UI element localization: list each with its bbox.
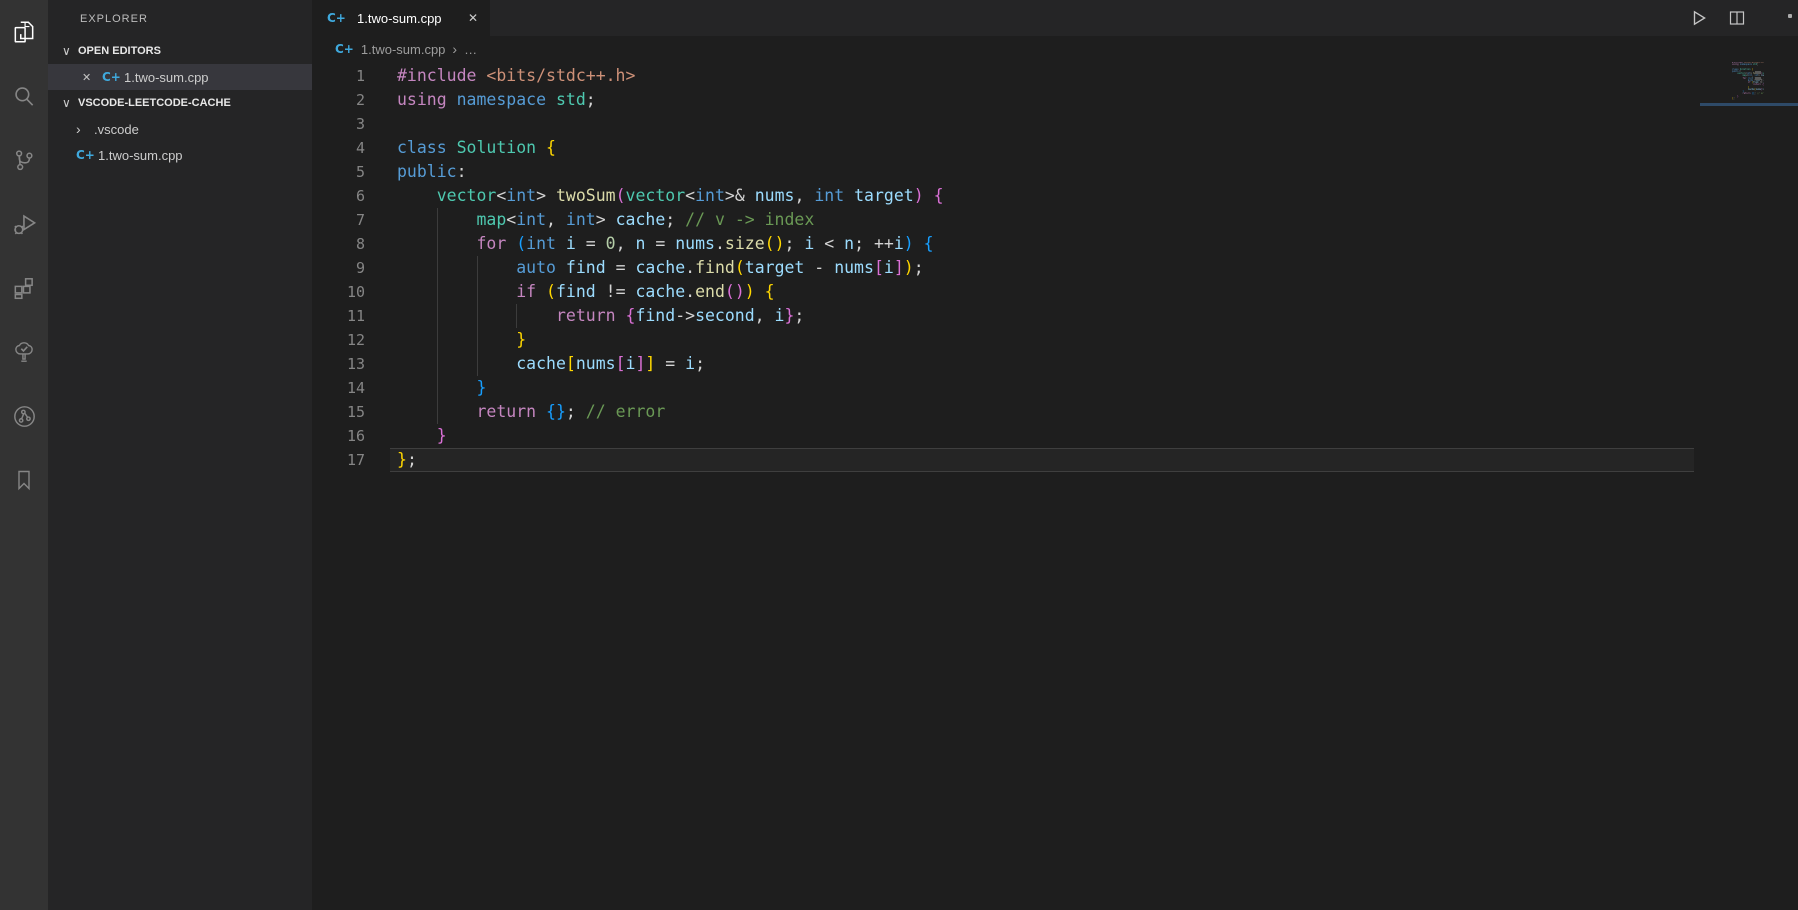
line-number[interactable]: 7 bbox=[312, 208, 365, 232]
section-open-editors[interactable]: ∨ OPEN EDITORS bbox=[48, 38, 312, 64]
open-editor-item[interactable]: ✕ C+ 1.two-sum.cpp bbox=[48, 64, 312, 90]
line-number[interactable]: 4 bbox=[312, 136, 365, 160]
section-label: VSCODE-LEETCODE-CACHE bbox=[78, 97, 231, 109]
breadcrumb-file[interactable]: 1.two-sum.cpp bbox=[361, 42, 446, 57]
explorer-sidebar: EXPLORER ∨ OPEN EDITORS ✕ C+ 1.two-sum.c… bbox=[48, 0, 312, 910]
more-actions-icon[interactable] bbox=[1788, 14, 1792, 18]
line-number[interactable]: 2 bbox=[312, 88, 365, 112]
breadcrumb-more[interactable]: … bbox=[464, 42, 477, 57]
line-number[interactable]: 1 bbox=[312, 64, 365, 88]
line-number[interactable]: 12 bbox=[312, 328, 365, 352]
line-number[interactable]: 9 bbox=[312, 256, 365, 280]
cpp-file-icon: C+ bbox=[335, 42, 354, 56]
cpp-file-icon: C+ bbox=[102, 70, 124, 84]
code-line[interactable]: 15 return {}; // error bbox=[312, 400, 1798, 424]
editor-actions bbox=[1688, 0, 1798, 36]
code-line[interactable]: 5public: bbox=[312, 160, 1798, 184]
chevron-down-icon: ∨ bbox=[62, 96, 78, 110]
search-icon[interactable] bbox=[0, 64, 48, 128]
network-graph-icon[interactable] bbox=[0, 384, 48, 448]
editor-group: C+ 1.two-sum.cpp ✕ C+ 1.two-sum.cpp › … … bbox=[312, 0, 1798, 910]
tab-two-sum[interactable]: C+ 1.two-sum.cpp ✕ bbox=[312, 0, 490, 36]
line-number[interactable]: 8 bbox=[312, 232, 365, 256]
tab-bar: C+ 1.two-sum.cpp ✕ bbox=[312, 0, 1798, 36]
code-line[interactable]: 10 if (find != cache.end()) { bbox=[312, 280, 1798, 304]
code-line[interactable]: 11 return {find->second, i}; bbox=[312, 304, 1798, 328]
split-editor-button[interactable] bbox=[1729, 10, 1745, 31]
close-icon[interactable]: ✕ bbox=[82, 71, 102, 84]
source-control-icon[interactable] bbox=[0, 128, 48, 192]
line-number[interactable]: 17 bbox=[312, 448, 365, 472]
line-number[interactable]: 11 bbox=[312, 304, 365, 328]
code-line[interactable]: 3 bbox=[312, 112, 1798, 136]
chevron-right-icon: › bbox=[76, 121, 94, 137]
code-line[interactable]: 13 cache[nums[i]] = i; bbox=[312, 352, 1798, 376]
code-line[interactable]: 14 } bbox=[312, 376, 1798, 400]
code-line[interactable]: 12 } bbox=[312, 328, 1798, 352]
line-number[interactable]: 5 bbox=[312, 160, 365, 184]
line-number[interactable]: 14 bbox=[312, 376, 365, 400]
breadcrumb[interactable]: C+ 1.two-sum.cpp › … bbox=[312, 36, 1798, 62]
extensions-icon[interactable] bbox=[0, 256, 48, 320]
cpp-file-icon: C+ bbox=[327, 11, 349, 25]
code-line[interactable]: 16 } bbox=[312, 424, 1798, 448]
section-workspace[interactable]: ∨ VSCODE-LEETCODE-CACHE bbox=[48, 90, 312, 116]
breadcrumb-separator-icon: › bbox=[452, 41, 457, 57]
vscode-window: { "ui": { "chevron_down": "∨", "chevron_… bbox=[0, 0, 1798, 910]
overview-ruler-mark bbox=[1755, 71, 1761, 74]
code-line[interactable]: 6 vector<int> twoSum(vector<int>& nums, … bbox=[312, 184, 1798, 208]
tab-close-icon[interactable]: ✕ bbox=[464, 9, 482, 27]
sidebar-title: EXPLORER bbox=[48, 0, 312, 38]
file-item-two-sum[interactable]: C+ 1.two-sum.cpp bbox=[48, 142, 312, 168]
run-debug-icon[interactable] bbox=[0, 192, 48, 256]
overview-ruler-mark bbox=[1755, 77, 1761, 80]
activity-bar bbox=[0, 0, 48, 910]
tree-view-icon[interactable] bbox=[0, 320, 48, 384]
explorer-icon[interactable] bbox=[0, 0, 48, 64]
line-number[interactable]: 16 bbox=[312, 424, 365, 448]
folder-label: .vscode bbox=[94, 122, 139, 137]
open-editor-label: 1.two-sum.cpp bbox=[124, 70, 209, 85]
folder-item-vscode[interactable]: › .vscode bbox=[48, 116, 312, 142]
code-line[interactable]: 9 auto find = cache.find(target - nums[i… bbox=[312, 256, 1798, 280]
section-label: OPEN EDITORS bbox=[78, 45, 161, 57]
code-line[interactable]: 8 for (int i = 0, n = nums.size(); i < n… bbox=[312, 232, 1798, 256]
code-line[interactable]: 17}; bbox=[312, 448, 1798, 472]
cpp-file-icon: C+ bbox=[76, 148, 98, 162]
chevron-down-icon: ∨ bbox=[62, 44, 78, 58]
bookmarks-icon[interactable] bbox=[0, 448, 48, 512]
code-line[interactable]: 7 map<int, int> cache; // v -> index bbox=[312, 208, 1798, 232]
minimap-current-line bbox=[1700, 103, 1798, 106]
line-number[interactable]: 15 bbox=[312, 400, 365, 424]
code-line[interactable]: 4class Solution { bbox=[312, 136, 1798, 160]
line-number[interactable]: 13 bbox=[312, 352, 365, 376]
run-code-button[interactable] bbox=[1690, 9, 1708, 32]
code-editor[interactable]: 1#include <bits/stdc++.h>2using namespac… bbox=[312, 64, 1798, 472]
code-line[interactable]: 2using namespace std; bbox=[312, 88, 1798, 112]
code-line[interactable]: 1#include <bits/stdc++.h> bbox=[312, 64, 1798, 88]
line-number[interactable]: 3 bbox=[312, 112, 365, 136]
line-number[interactable]: 10 bbox=[312, 280, 365, 304]
line-number[interactable]: 6 bbox=[312, 184, 365, 208]
file-label: 1.two-sum.cpp bbox=[98, 148, 183, 163]
tab-label: 1.two-sum.cpp bbox=[357, 11, 442, 26]
